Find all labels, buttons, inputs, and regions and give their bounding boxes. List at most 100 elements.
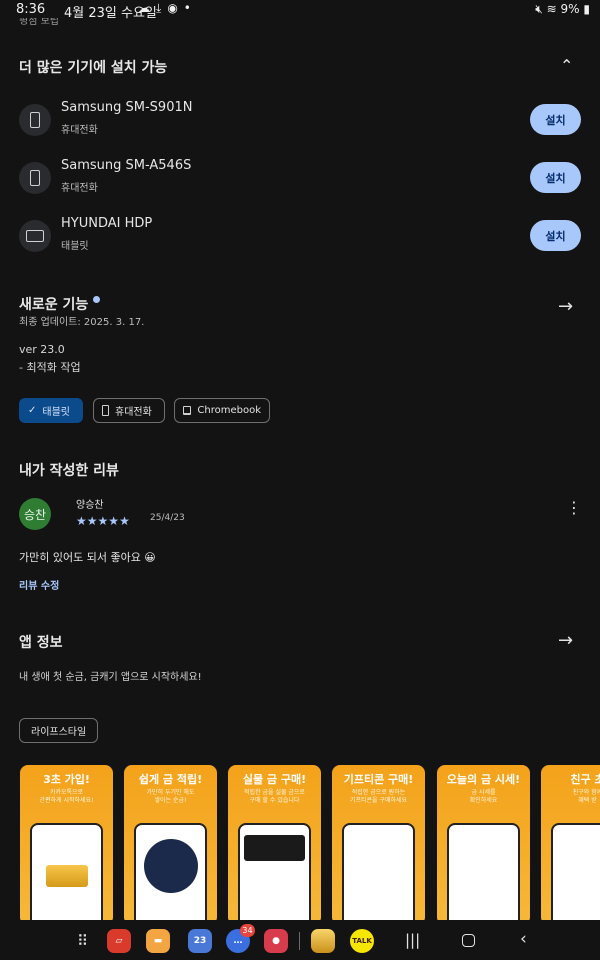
gold-app-icon[interactable] bbox=[311, 929, 335, 953]
status-right: 🔇︎ ≋ 9% ▮ bbox=[535, 2, 590, 17]
more-options-icon[interactable]: ⋮ bbox=[566, 500, 582, 516]
screenshot-caption: 실물 금 구매! bbox=[242, 773, 307, 786]
screenshot-caption: 쉽게 금 적립! bbox=[138, 773, 203, 786]
release-note: - 최적화 작업 bbox=[19, 361, 81, 374]
install-button[interactable]: 설치 bbox=[530, 162, 581, 193]
install-button[interactable]: 설치 bbox=[530, 104, 581, 135]
star-icon: ★ bbox=[108, 514, 120, 528]
collapse-chevron-icon[interactable]: ⌃ bbox=[560, 56, 573, 75]
chip-chromebook[interactable]: Chromebook bbox=[174, 398, 270, 423]
screenshot-phone bbox=[238, 823, 311, 925]
review-date: 25/4/23 bbox=[150, 513, 185, 523]
device-type: 휴대전화 bbox=[61, 125, 98, 136]
screenshot-phone bbox=[30, 823, 103, 925]
calendar-day: 23 bbox=[193, 936, 207, 946]
home-icon[interactable] bbox=[462, 934, 475, 947]
my-review-title: 내가 작성한 리뷰 bbox=[19, 463, 119, 479]
screenshot-subcaption: 친구와 함께 혜택 받 bbox=[572, 789, 600, 804]
screenshot-subcaption: 가만히 두기만 해도 쌓이는 순금! bbox=[146, 789, 195, 804]
tablet-icon bbox=[19, 220, 51, 252]
arrow-right-icon[interactable]: → bbox=[558, 296, 573, 317]
kakaotalk-icon[interactable]: TALK bbox=[350, 929, 374, 953]
notification-badge: 34 bbox=[240, 924, 255, 937]
star-icon: ★ bbox=[97, 514, 109, 528]
download-icon: ⤓ bbox=[156, 1, 168, 15]
check-icon: ✓ bbox=[28, 405, 37, 416]
notes-app-icon[interactable]: ▱ bbox=[107, 929, 131, 953]
edit-review-link[interactable]: 리뷰 수정 bbox=[19, 577, 59, 592]
star-icon: ★ bbox=[119, 514, 130, 528]
status-time: 8:36 bbox=[16, 2, 46, 17]
screen-recorder-icon[interactable]: ● bbox=[264, 929, 288, 953]
chip-tablet[interactable]: ✓ 태블릿 bbox=[19, 398, 83, 423]
screenshot-subcaption: 적립한 금으로 원하는 기프티콘을 구매하세요 bbox=[349, 789, 408, 804]
screenshot[interactable]: 친구 초 친구와 함께 혜택 받 bbox=[541, 765, 600, 925]
status-icons: ☁⤓◉• bbox=[138, 1, 197, 16]
screenshot-caption: 3초 가입! bbox=[43, 773, 90, 786]
device-type: 태블릿 bbox=[61, 241, 89, 252]
screenshot-phone bbox=[134, 823, 207, 925]
phone-icon bbox=[102, 405, 109, 416]
back-icon[interactable]: ‹ bbox=[520, 929, 527, 949]
chip-phone[interactable]: 휴대전화 bbox=[93, 398, 165, 423]
version-text: ver 23.0 bbox=[19, 343, 65, 356]
install-button[interactable]: 설치 bbox=[530, 220, 581, 251]
cloud-icon: ☁ bbox=[138, 1, 156, 15]
screenshot-phone bbox=[447, 823, 520, 925]
phone-icon bbox=[19, 104, 51, 136]
whats-new-header[interactable]: 새로운 기능 최종 업데이트: 2025. 3. 17. → bbox=[0, 292, 600, 328]
screenshot-subcaption: 금 시세를 확인하세요 bbox=[469, 789, 498, 804]
screenshot[interactable]: 3초 가입! 카카오톡으로 간편하게 시작하세요! bbox=[20, 765, 113, 925]
chip-label: 태블릿 bbox=[42, 407, 70, 418]
screenshot[interactable]: 오늘의 금 시세! 금 시세를 확인하세요 bbox=[437, 765, 530, 925]
last-updated: 최종 업데이트: 2025. 3. 17. bbox=[19, 317, 145, 328]
category-tag[interactable]: 라이프스타일 bbox=[19, 718, 99, 743]
star-icon: ★ bbox=[86, 514, 98, 528]
reviewer-name: 양승찬 bbox=[76, 500, 104, 511]
device-name: Samsung SM-A546S bbox=[61, 158, 192, 173]
screenshot-subcaption: 카카오톡으로 간편하게 시작하세요! bbox=[39, 789, 94, 804]
dot-icon: • bbox=[183, 1, 197, 15]
vpn-icon: ◉ bbox=[167, 1, 184, 15]
calendar-app-icon[interactable]: 23 bbox=[188, 929, 212, 953]
kakaotalk-label: TALK bbox=[352, 937, 372, 945]
files-app-icon[interactable]: ▬ bbox=[146, 929, 170, 953]
status-bar: 8:36 4월 23일 수요일 ☁⤓◉• 🔇︎ ≋ 9% ▮ bbox=[0, 0, 600, 21]
phone-icon bbox=[19, 162, 51, 194]
screenshot-caption: 기프티콘 구매! bbox=[343, 773, 414, 786]
device-row: Samsung SM-A546S 휴대전화 설치 bbox=[0, 154, 600, 204]
partial-text: 평점 보립 bbox=[19, 18, 59, 26]
more-devices-title: 더 많은 기기에 설치 가능 bbox=[19, 60, 168, 76]
device-name: HYUNDAI HDP bbox=[61, 216, 153, 231]
chip-label: 휴대전화 bbox=[115, 407, 152, 418]
avatar: 승찬 bbox=[19, 498, 51, 530]
star-rating: ★★★★★ bbox=[76, 510, 130, 529]
screenshot-phone bbox=[342, 823, 415, 925]
screenshot-caption: 오늘의 금 시세! bbox=[446, 773, 521, 786]
app-drawer-icon[interactable]: ⠿ bbox=[77, 932, 88, 950]
screenshot[interactable]: 쉽게 금 적립! 가만히 두기만 해도 쌓이는 순금! bbox=[124, 765, 217, 925]
app-description: 내 생애 첫 순금, 금캐기 앱으로 시작하세요! bbox=[19, 672, 202, 683]
app-info-header[interactable]: 앱 정보 → bbox=[0, 630, 600, 654]
screenshot[interactable]: 기프티콘 구매! 적립한 금으로 원하는 기프티콘을 구매하세요 bbox=[332, 765, 425, 925]
device-name: Samsung SM-S901N bbox=[61, 100, 193, 115]
battery-percent: 9% bbox=[560, 2, 580, 16]
device-row: HYUNDAI HDP 태블릿 설치 bbox=[0, 212, 600, 262]
screenshot[interactable]: 실물 금 구매! 적립한 금을 실물 금으로 구매 할 수 있습니다 bbox=[228, 765, 321, 925]
recent-apps-icon[interactable]: ||| bbox=[405, 931, 420, 949]
device-row: Samsung SM-S901N 휴대전화 설치 bbox=[0, 96, 600, 146]
screenshot-carousel[interactable]: 3초 가입! 카카오톡으로 간편하게 시작하세요! 쉽게 금 적립! 가만히 두… bbox=[0, 765, 600, 925]
mute-icon: 🔇︎ bbox=[535, 2, 543, 16]
taskbar-divider bbox=[299, 932, 300, 950]
chip-label: Chromebook bbox=[197, 405, 261, 416]
device-type: 휴대전화 bbox=[61, 183, 98, 194]
new-dot-icon bbox=[93, 296, 100, 303]
battery-icon: ▮ bbox=[583, 2, 590, 16]
taskbar bbox=[0, 920, 600, 960]
whats-new-title: 새로운 기능 bbox=[19, 297, 89, 313]
screenshot-caption: 친구 초 bbox=[570, 773, 600, 786]
review-text: 가만히 있어도 되서 좋아요 😀 bbox=[19, 551, 156, 564]
wifi-icon: ≋ bbox=[546, 2, 557, 16]
screenshot-subcaption: 적립한 금을 실물 금으로 구매 할 수 있습니다 bbox=[244, 789, 305, 804]
arrow-right-icon[interactable]: → bbox=[558, 630, 573, 651]
